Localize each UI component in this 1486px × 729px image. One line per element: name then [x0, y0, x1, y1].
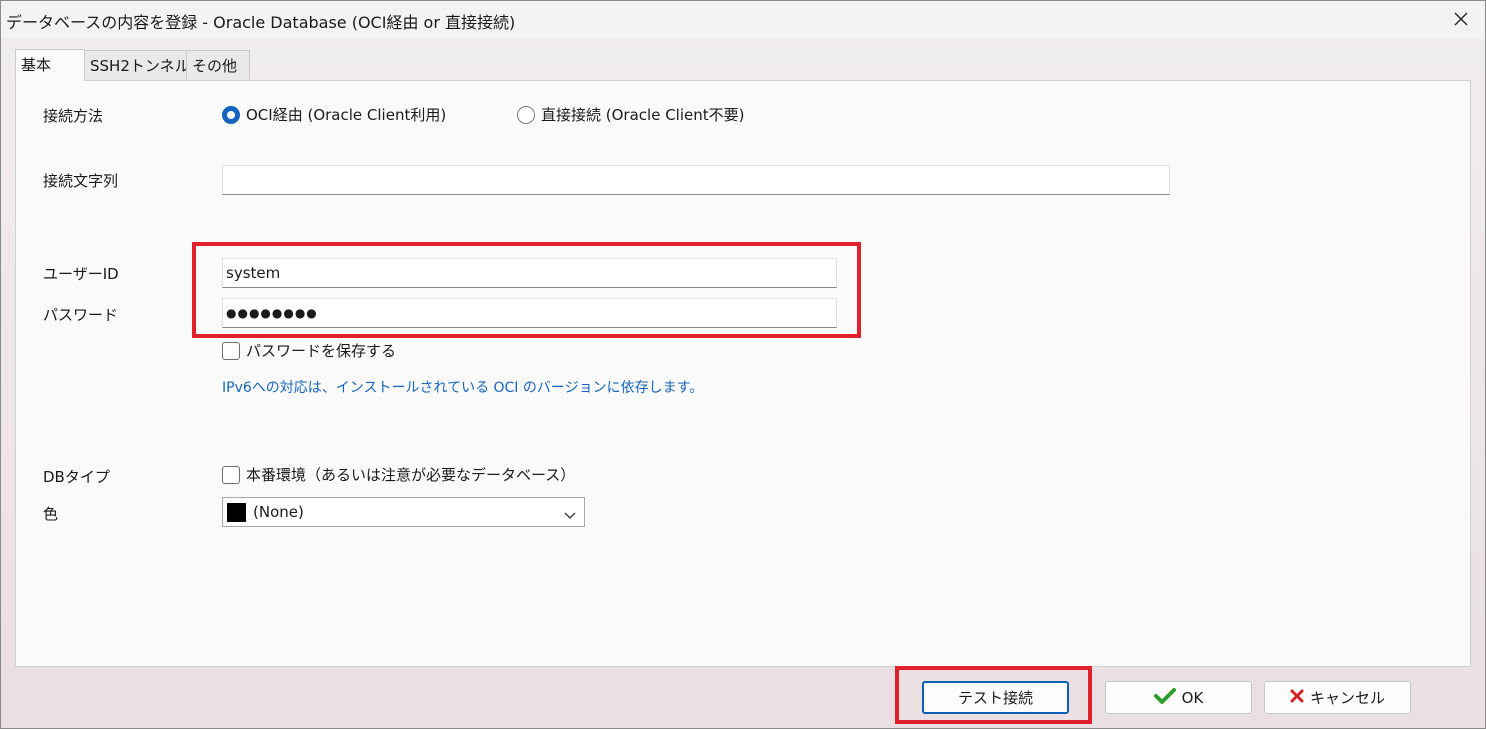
password-label: パスワード: [43, 306, 119, 324]
connection-method-label: 接続方法: [43, 107, 104, 125]
test-connection-label: テスト接続: [957, 689, 1033, 707]
radio-oci[interactable]: OCI経由 (Oracle Client利用): [222, 104, 446, 125]
user-id-label: ユーザーID: [43, 265, 119, 283]
connection-string-input[interactable]: [222, 165, 1170, 195]
tab-panel-basic: 接続方法 OCI経由 (Oracle Client利用) 直接接続 (Oracl…: [15, 80, 1471, 667]
color-select[interactable]: (None): [222, 497, 585, 527]
cancel-label: キャンセル: [1309, 689, 1385, 707]
production-label: 本番環境（あるいは注意が必要なデータベース）: [246, 466, 576, 484]
save-password-checkbox[interactable]: パスワードを保存する: [222, 340, 396, 361]
tab-label: その他: [192, 57, 238, 75]
tab-other[interactable]: その他: [186, 50, 250, 80]
chevron-down-icon: [564, 506, 576, 524]
close-icon[interactable]: [1447, 5, 1475, 33]
test-connection-button[interactable]: テスト接続: [922, 681, 1069, 714]
radio-oci-label: OCI経由 (Oracle Client利用): [246, 106, 447, 124]
title-bar: データベースの内容を登録 - Oracle Database (OCI経由 or…: [1, 1, 1485, 38]
production-checkbox[interactable]: 本番環境（あるいは注意が必要なデータベース）: [222, 464, 575, 485]
radio-direct-label: 直接接続 (Oracle Client不要): [541, 106, 745, 124]
ok-button[interactable]: OK: [1105, 681, 1252, 714]
checkbox-icon: [222, 341, 240, 360]
check-icon: [1153, 687, 1176, 709]
dialog-window: データベースの内容を登録 - Oracle Database (OCI経由 or…: [0, 0, 1486, 729]
radio-direct[interactable]: 直接接続 (Oracle Client不要): [517, 104, 744, 125]
ipv6-note: IPv6への対応は、インストールされている OCI のバージョンに依存します。: [222, 380, 704, 396]
x-icon: [1290, 689, 1304, 707]
window-title: データベースの内容を登録 - Oracle Database (OCI経由 or…: [6, 13, 516, 32]
save-password-label: パスワードを保存する: [246, 342, 397, 360]
color-swatch: [227, 502, 246, 522]
user-id-input[interactable]: system: [222, 258, 837, 288]
ok-label: OK: [1181, 688, 1204, 707]
color-label: 色: [43, 505, 59, 523]
password-input[interactable]: ●●●●●●●●: [222, 298, 837, 328]
checkbox-icon: [222, 465, 240, 484]
radio-checked-icon: [222, 105, 240, 124]
radio-unchecked-icon: [517, 105, 535, 124]
tab-label: 基本: [21, 56, 52, 74]
tab-basic[interactable]: 基本: [15, 49, 85, 81]
tab-label: SSH2トンネル: [90, 57, 190, 75]
tab-ssh2-tunnel[interactable]: SSH2トンネル: [84, 50, 190, 80]
db-type-label: DBタイプ: [43, 468, 110, 486]
color-select-value: (None): [253, 503, 304, 521]
connection-string-label: 接続文字列: [43, 172, 119, 190]
cancel-button[interactable]: キャンセル: [1264, 681, 1411, 714]
